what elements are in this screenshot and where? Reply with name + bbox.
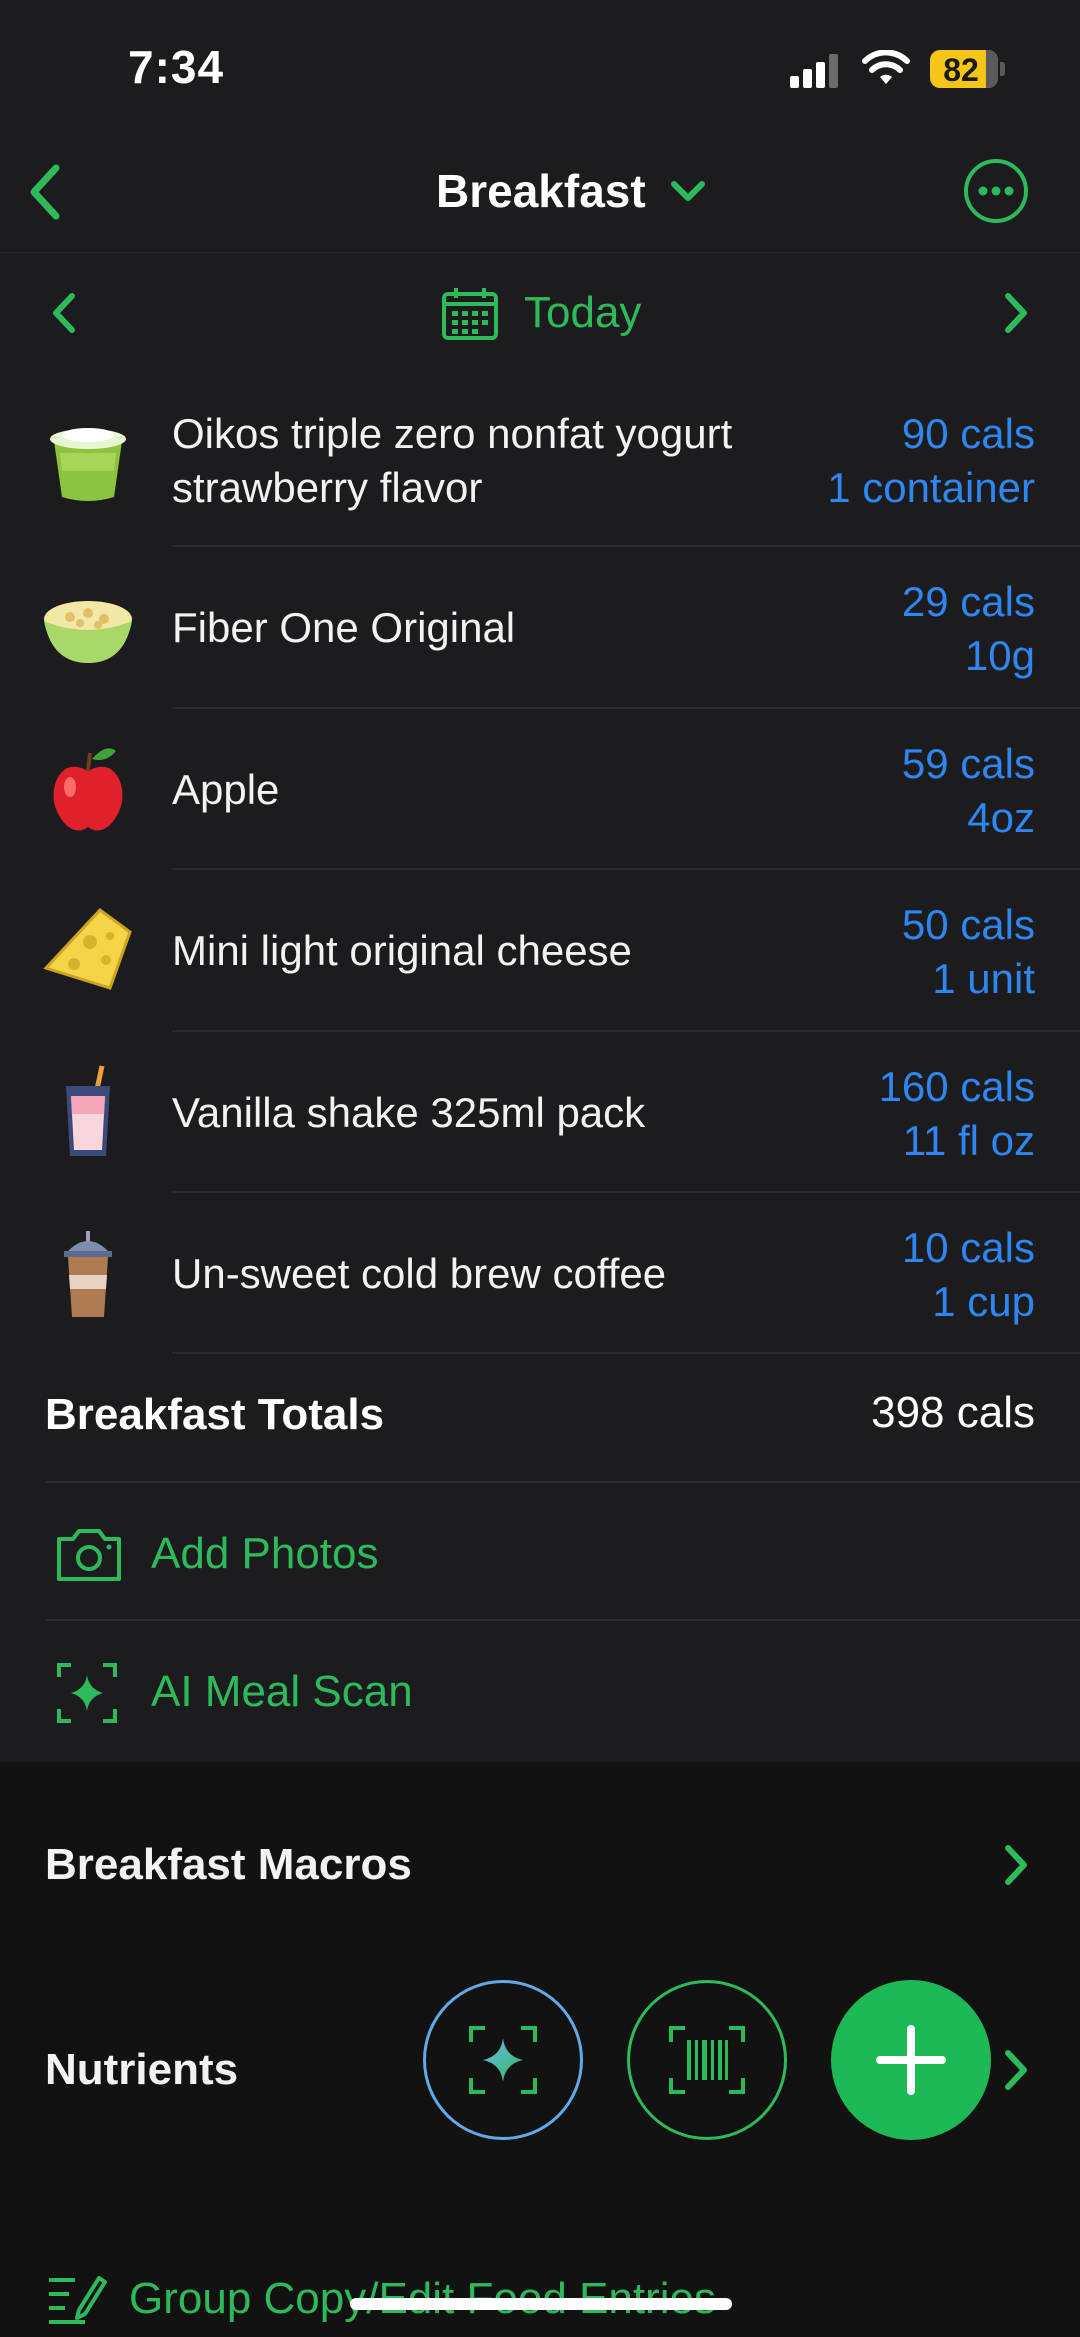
food-entry-row[interactable]: Fiber One Original 29 cals 10g: [0, 547, 1080, 709]
iced-coffee-icon: [64, 1231, 112, 1317]
signal-icon: [790, 54, 842, 88]
divider: [45, 1619, 1080, 1621]
food-serving: 4oz: [967, 794, 1035, 841]
cereal-bowl-icon: [44, 601, 132, 663]
food-calories: 59 cals: [901, 740, 1035, 787]
breakfast-macros-label: Breakfast Macros: [45, 1840, 412, 1889]
food-name: Fiber One Original: [172, 604, 516, 651]
ai-meal-scan-button[interactable]: AI Meal Scan: [45, 1643, 645, 1743]
yogurt-cup-icon: [50, 428, 126, 501]
food-serving: 10g: [964, 632, 1035, 679]
food-calories: 50 cals: [901, 901, 1035, 948]
food-name: Oikos triple zero nonfat yogurt: [172, 410, 733, 457]
battery-icon: 82: [930, 50, 1006, 88]
chevron-right-icon: [1005, 1845, 1027, 1885]
calendar-icon: [442, 288, 498, 340]
back-button[interactable]: [18, 160, 78, 224]
food-entry-row[interactable]: Mini light original cheese 50 cals 1 uni…: [0, 870, 1080, 1032]
camera-icon: [57, 1529, 121, 1581]
food-entry-row[interactable]: Oikos triple zero nonfat yogurt strawber…: [0, 371, 1080, 547]
wifi-icon: [862, 49, 910, 88]
food-name: Mini light original cheese: [172, 927, 632, 974]
barcode-scan-fab[interactable]: [627, 1980, 787, 2140]
meal-title-dropdown[interactable]: Breakfast: [420, 158, 720, 228]
food-name: Vanilla shake 325ml pack: [172, 1089, 646, 1136]
totals-label: Breakfast Totals: [45, 1390, 385, 1439]
food-calories: 10 cals: [901, 1224, 1035, 1271]
food-calories: 90 cals: [901, 410, 1035, 457]
more-options-button[interactable]: [963, 158, 1029, 224]
apple-icon: [53, 748, 123, 831]
chevron-left-icon: [53, 293, 75, 333]
totals-value: 398 cals: [871, 1388, 1035, 1437]
breakfast-macros-row[interactable]: Breakfast Macros: [0, 1820, 1080, 1910]
food-calories: 160 cals: [878, 1063, 1035, 1110]
add-photos-label: Add Photos: [151, 1529, 379, 1578]
food-calories: 29 cals: [901, 578, 1035, 625]
chevron-down-icon: [671, 181, 705, 201]
food-entry-row[interactable]: Un-sweet cold brew coffee 10 cals 1 cup: [0, 1193, 1080, 1354]
barcode-icon: [669, 2026, 745, 2094]
add-food-fab[interactable]: [831, 1980, 991, 2140]
date-selector[interactable]: Today: [436, 282, 676, 346]
cheese-icon: [43, 908, 132, 990]
nutrients-label: Nutrients: [45, 2045, 239, 2094]
ai-scan-icon: [469, 2026, 537, 2094]
plus-icon: [876, 2025, 946, 2095]
divider: [45, 1481, 1080, 1483]
ellipsis-circle-icon: [964, 159, 1028, 223]
next-day-button[interactable]: [996, 288, 1036, 338]
food-serving: 1 unit: [932, 955, 1035, 1002]
food-serving: 1 container: [827, 464, 1035, 511]
status-time: 7:34: [128, 41, 225, 93]
edit-list-icon: [49, 2276, 107, 2324]
date-label: Today: [524, 288, 642, 337]
battery-level: 82: [943, 52, 979, 88]
home-indicator: [350, 2298, 732, 2310]
page-title: Breakfast: [436, 165, 646, 217]
ai-meal-scan-label: AI Meal Scan: [151, 1667, 413, 1716]
food-name-line2: strawberry flavor: [172, 464, 483, 511]
food-entry-row[interactable]: Apple 59 cals 4oz: [0, 709, 1080, 870]
divider: [172, 1352, 1080, 1354]
food-entry-row[interactable]: Vanilla shake 325ml pack 160 cals 11 fl …: [0, 1032, 1080, 1193]
ai-scan-fab[interactable]: [423, 1980, 583, 2140]
food-name: Apple: [172, 766, 280, 813]
add-photos-button[interactable]: Add Photos: [45, 1505, 645, 1605]
chevron-left-icon: [30, 164, 60, 220]
food-serving: 11 fl oz: [902, 1117, 1035, 1164]
food-name: Un-sweet cold brew coffee: [172, 1250, 667, 1297]
previous-day-button[interactable]: [44, 288, 84, 338]
chevron-right-icon: [1005, 2050, 1027, 2090]
shake-glass-icon: [66, 1065, 110, 1156]
food-serving: 1 cup: [932, 1278, 1035, 1325]
ai-scan-icon: [57, 1663, 117, 1723]
chevron-right-icon: [1005, 293, 1027, 333]
